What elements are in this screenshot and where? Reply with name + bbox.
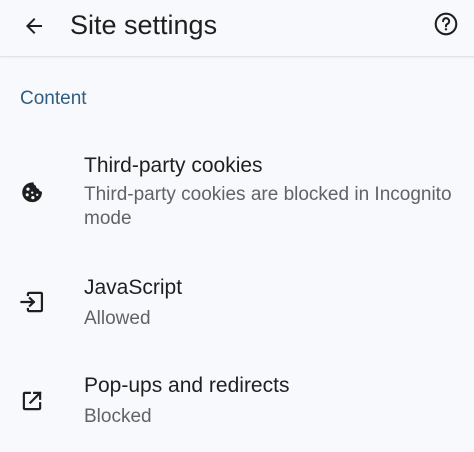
section-header-content: Content [20,88,87,109]
app-bar: Site settings [0,0,474,57]
row-title: JavaScript [84,276,183,299]
back-button[interactable] [14,8,54,48]
row-summary: Blocked [84,406,152,427]
javascript-icon [16,286,48,318]
row-title: Third-party cookies [84,154,263,177]
popup-open-icon [16,385,48,417]
cookie-icon [16,176,48,208]
row-title: Pop-ups and redirects [84,374,290,397]
row-summary: Allowed [84,308,151,329]
help-circle-icon [433,11,459,42]
help-button[interactable] [426,6,466,46]
row-summary: Third-party cookies are blocked in Incog… [84,184,452,229]
list-item-popups-and-redirects[interactable]: Pop-ups and redirects Blocked [0,364,474,442]
list-item-javascript[interactable]: JavaScript Allowed [0,266,474,342]
arrow-back-icon [22,14,46,43]
list-item-third-party-cookies[interactable]: Third-party cookies Third-party cookies … [0,142,474,248]
page-title: Site settings [70,10,218,40]
